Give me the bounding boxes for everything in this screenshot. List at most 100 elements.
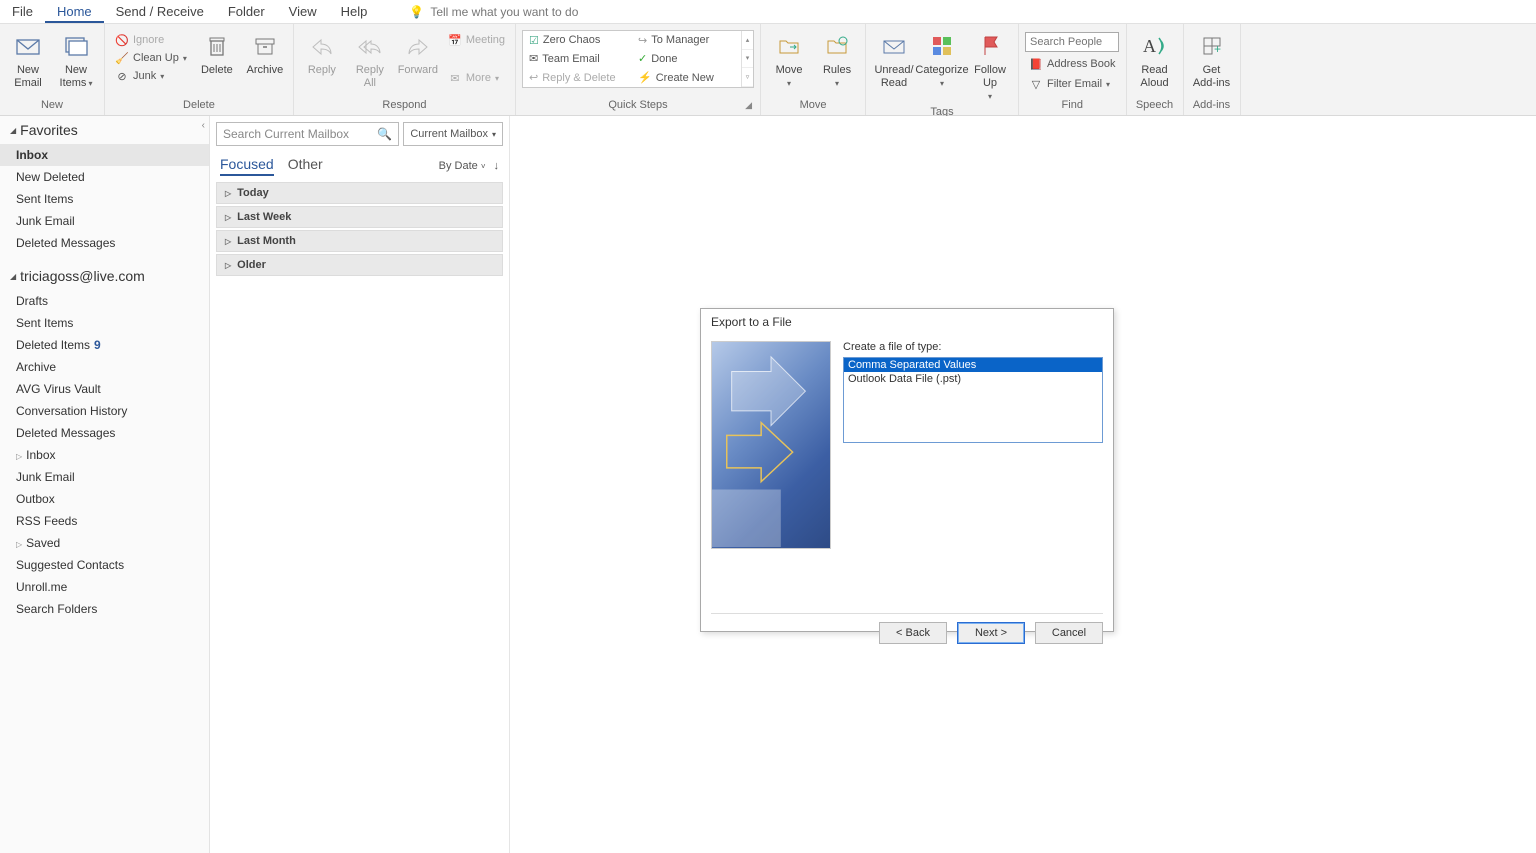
folder-unroll.me[interactable]: Unroll.me: [0, 576, 209, 598]
folder-outbox[interactable]: Outbox: [0, 488, 209, 510]
rules-button[interactable]: Rules▾: [815, 30, 859, 92]
new-email-button[interactable]: New Email: [6, 30, 50, 92]
back-button[interactable]: < Back: [879, 622, 947, 644]
tab-focused[interactable]: Focused: [220, 156, 274, 176]
folder-inbox[interactable]: Inbox: [0, 444, 209, 466]
fav-folder-sent-items[interactable]: Sent Items: [0, 188, 209, 210]
tab-home[interactable]: Home: [45, 0, 104, 23]
qs-create-new[interactable]: ⚡Create New: [632, 68, 741, 87]
delete-button[interactable]: Delete: [195, 30, 239, 79]
cleanup-icon: 🧹: [115, 51, 129, 65]
folder-deleted-messages[interactable]: Deleted Messages: [0, 422, 209, 444]
qs-reply-delete[interactable]: ↩Reply & Delete: [523, 68, 632, 87]
reply-button[interactable]: Reply: [300, 30, 344, 79]
ribbon: New Email New Items New 🚫Ignore 🧹Clean U…: [0, 24, 1536, 116]
cleanup-button[interactable]: 🧹Clean Up▾: [111, 50, 191, 66]
meeting-icon: 📅: [448, 33, 462, 47]
sort-direction-button[interactable]: ↓: [494, 160, 500, 172]
search-placeholder: Search Current Mailbox: [223, 127, 349, 141]
reply-all-icon: [356, 32, 384, 60]
group-move-label: Move: [767, 99, 859, 113]
tab-folder[interactable]: Folder: [216, 0, 277, 23]
quick-steps-gallery[interactable]: ☑Zero Chaos ↪To Manager ✉Team Email ✓Don…: [522, 30, 754, 88]
new-items-button[interactable]: New Items: [54, 30, 98, 92]
check-icon: ✓: [638, 52, 647, 65]
folder-sent-items[interactable]: Sent Items: [0, 312, 209, 334]
collapse-pane-button[interactable]: ‹: [202, 120, 205, 131]
categorize-icon: [928, 32, 956, 60]
group-move: Move▾ Rules▾ Move: [761, 24, 866, 115]
reply-icon: [308, 32, 336, 60]
tab-file[interactable]: File: [0, 0, 45, 23]
fav-folder-deleted-messages[interactable]: Deleted Messages: [0, 232, 209, 254]
filter-email-button[interactable]: ▽Filter Email▾: [1025, 76, 1119, 92]
more-respond-button[interactable]: ✉More▾: [444, 70, 509, 86]
qs-scroll-arrows[interactable]: ▴▾▿: [741, 31, 753, 87]
forward-button[interactable]: Forward: [396, 30, 440, 79]
tell-me-search[interactable]: 💡 Tell me what you want to do: [409, 5, 578, 19]
address-book-button[interactable]: 📕Address Book: [1025, 56, 1119, 72]
favorites-header[interactable]: Favorites: [0, 116, 209, 144]
svg-text:A: A: [1143, 36, 1156, 56]
folder-suggested-contacts[interactable]: Suggested Contacts: [0, 554, 209, 576]
cancel-button[interactable]: Cancel: [1035, 622, 1103, 644]
option-csv[interactable]: Comma Separated Values: [844, 358, 1102, 372]
next-button[interactable]: Next >: [957, 622, 1025, 644]
file-type-listbox[interactable]: Comma Separated Values Outlook Data File…: [843, 357, 1103, 443]
move-button[interactable]: Move▾: [767, 30, 811, 92]
search-icon: 🔍: [377, 127, 392, 141]
qs-to-manager[interactable]: ↪To Manager: [632, 31, 741, 50]
folder-search-folders[interactable]: Search Folders: [0, 598, 209, 620]
search-mailbox-input[interactable]: Search Current Mailbox 🔍: [216, 122, 399, 146]
fav-folder-new-deleted[interactable]: New Deleted: [0, 166, 209, 188]
folder-junk-email[interactable]: Junk Email: [0, 466, 209, 488]
unread-read-button[interactable]: Unread/ Read: [872, 30, 916, 92]
group-delete: 🚫Ignore 🧹Clean Up▾ ⊘Junk▾ Delete Archive…: [105, 24, 294, 115]
group-respond: Reply Reply All Forward 📅Meeting ✉More▾ …: [294, 24, 516, 115]
date-group-last-month[interactable]: Last Month: [216, 230, 503, 252]
move-icon: [775, 32, 803, 60]
follow-up-button[interactable]: Follow Up▾: [968, 30, 1012, 106]
folder-archive[interactable]: Archive: [0, 356, 209, 378]
delete-icon: [203, 32, 231, 60]
junk-button[interactable]: ⊘Junk▾: [111, 68, 191, 84]
get-addins-button[interactable]: + Get Add-ins: [1190, 30, 1234, 92]
fav-folder-inbox[interactable]: Inbox: [0, 144, 209, 166]
folder-rss-feeds[interactable]: RSS Feeds: [0, 510, 209, 532]
qs-done[interactable]: ✓Done: [632, 50, 741, 69]
folder-saved[interactable]: Saved: [0, 532, 209, 554]
folder-drafts[interactable]: Drafts: [0, 290, 209, 312]
read-aloud-button[interactable]: A Read Aloud: [1133, 30, 1177, 92]
account-header[interactable]: triciagoss@live.com: [0, 262, 209, 290]
checkbox-icon: ☑: [529, 34, 539, 47]
junk-icon: ⊘: [115, 69, 129, 83]
search-scope-dropdown[interactable]: Current Mailbox▾: [403, 122, 503, 146]
group-respond-label: Respond: [300, 99, 509, 113]
option-pst[interactable]: Outlook Data File (.pst): [844, 372, 1102, 386]
sort-by-button[interactable]: By Date ˅: [439, 160, 486, 172]
archive-button[interactable]: Archive: [243, 30, 287, 79]
meeting-button[interactable]: 📅Meeting: [444, 32, 509, 48]
group-delete-label: Delete: [111, 99, 287, 113]
unread-icon: [880, 32, 908, 60]
categorize-button[interactable]: Categorize▾: [920, 30, 964, 92]
qs-zero-chaos[interactable]: ☑Zero Chaos: [523, 31, 632, 50]
ignore-button[interactable]: 🚫Ignore: [111, 32, 191, 48]
qs-team-email[interactable]: ✉Team Email: [523, 50, 632, 69]
folder-deleted-items[interactable]: Deleted Items9: [0, 334, 209, 356]
date-group-today[interactable]: Today: [216, 182, 503, 204]
folder-conversation-history[interactable]: Conversation History: [0, 400, 209, 422]
folder-avg-virus-vault[interactable]: AVG Virus Vault: [0, 378, 209, 400]
tell-me-placeholder: Tell me what you want to do: [430, 5, 578, 19]
tab-view[interactable]: View: [277, 0, 329, 23]
search-people-input[interactable]: [1025, 32, 1119, 52]
date-group-older[interactable]: Older: [216, 254, 503, 276]
date-group-last-week[interactable]: Last Week: [216, 206, 503, 228]
read-aloud-icon: A: [1141, 32, 1169, 60]
reply-all-button[interactable]: Reply All: [348, 30, 392, 92]
tab-help[interactable]: Help: [329, 0, 380, 23]
fav-folder-junk-email[interactable]: Junk Email: [0, 210, 209, 232]
tab-send-receive[interactable]: Send / Receive: [104, 0, 216, 23]
dialog-launcher-icon[interactable]: ◢: [745, 100, 752, 111]
tab-other[interactable]: Other: [288, 156, 323, 176]
